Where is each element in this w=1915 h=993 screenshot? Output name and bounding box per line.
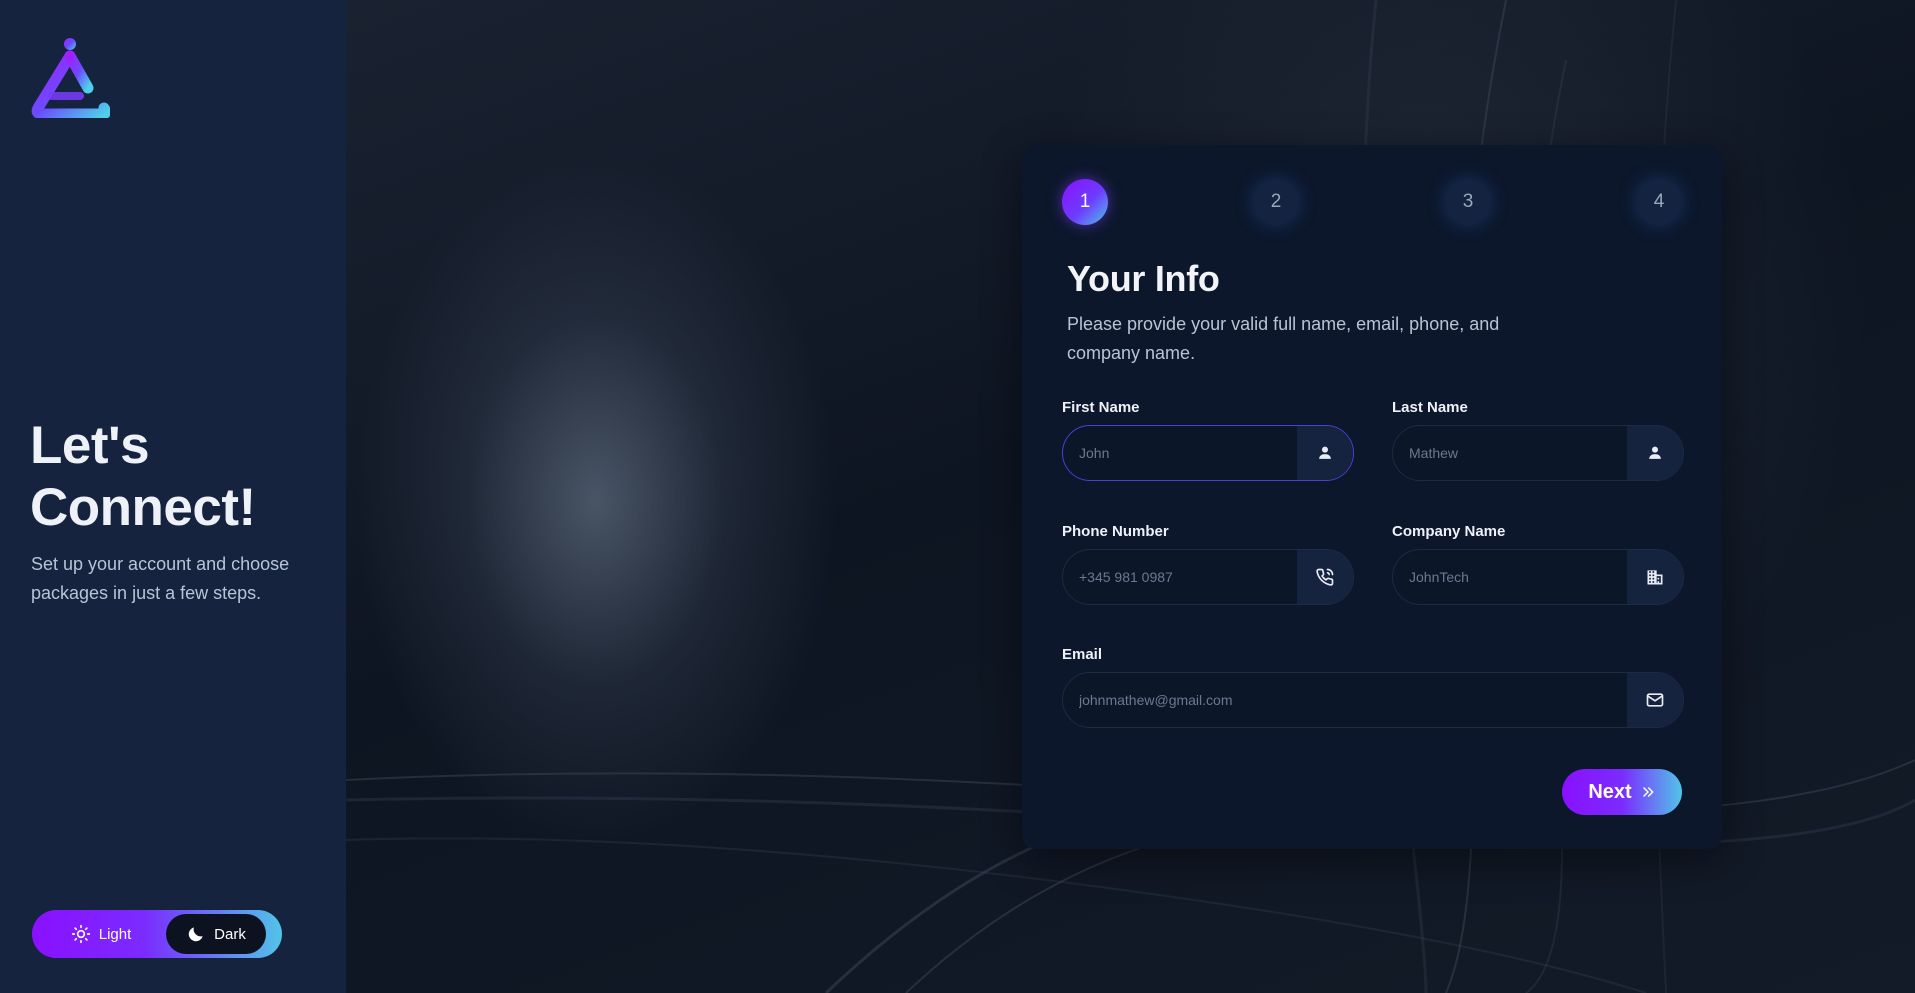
company-field: Company Name — [1392, 523, 1684, 605]
signup-page: Let's Connect! Set up your account and c… — [0, 0, 1915, 993]
company-input[interactable] — [1393, 550, 1627, 604]
company-icon-box — [1627, 550, 1683, 604]
first-name-field: First Name — [1062, 399, 1354, 481]
last-name-input[interactable] — [1393, 426, 1627, 480]
moon-icon — [188, 927, 203, 942]
email-label: Email — [1062, 646, 1103, 663]
first-name-icon-box — [1297, 426, 1353, 480]
theme-dark-label: Dark — [214, 925, 246, 943]
next-label: Next — [1588, 780, 1632, 803]
phone-input[interactable] — [1063, 550, 1297, 604]
company-label: Company Name — [1392, 523, 1506, 540]
form-title: Your Info — [1067, 258, 1220, 299]
email-field: Email — [1062, 646, 1684, 728]
first-name-input[interactable] — [1063, 426, 1297, 480]
email-input[interactable] — [1063, 673, 1627, 727]
phone-icon-box — [1297, 550, 1353, 604]
chevrons-right-icon — [1642, 787, 1654, 797]
hero-subtitle: Set up your account and choose packages … — [31, 554, 290, 603]
app-logo — [31, 38, 110, 118]
theme-light-label: Light — [98, 925, 132, 943]
building-icon — [1647, 570, 1663, 585]
mail-icon — [1646, 693, 1664, 707]
last-name-field: Last Name — [1392, 399, 1684, 481]
signup-card: 1 2 3 4 Your Info Please provide your va… — [1022, 145, 1722, 849]
phone-field: Phone Number — [1062, 523, 1354, 605]
next-button[interactable]: Next — [1562, 769, 1682, 815]
phone-label: Phone Number — [1062, 523, 1169, 540]
email-icon-box — [1627, 673, 1683, 727]
company-wrapper — [1392, 549, 1684, 605]
step-4[interactable]: 4 — [1636, 179, 1682, 225]
stepper: 1 2 3 4 — [1062, 179, 1682, 225]
email-wrapper — [1062, 672, 1684, 728]
step-1[interactable]: 1 — [1062, 179, 1108, 225]
theme-dark-option[interactable]: Dark — [166, 914, 266, 954]
form-description: Please provide your valid full name, ema… — [1067, 314, 1500, 363]
last-name-label: Last Name — [1392, 399, 1468, 416]
last-name-icon-box — [1627, 426, 1683, 480]
theme-toggle: Light Dark — [32, 910, 282, 958]
user-icon — [1649, 446, 1661, 459]
sidebar: Let's Connect! Set up your account and c… — [0, 0, 346, 993]
phone-wrapper — [1062, 549, 1354, 605]
user-icon — [1319, 446, 1331, 459]
first-name-wrapper — [1062, 425, 1354, 481]
step-2[interactable]: 2 — [1253, 179, 1299, 225]
phone-icon — [1316, 568, 1334, 586]
main-area: 1 2 3 4 Your Info Please provide your va… — [346, 0, 1915, 993]
last-name-wrapper — [1392, 425, 1684, 481]
sun-icon — [71, 924, 90, 944]
first-name-label: First Name — [1062, 399, 1140, 416]
hero-title: Let's Connect! — [30, 416, 256, 537]
step-3[interactable]: 3 — [1445, 179, 1491, 225]
theme-light-option[interactable]: Light — [36, 914, 166, 954]
